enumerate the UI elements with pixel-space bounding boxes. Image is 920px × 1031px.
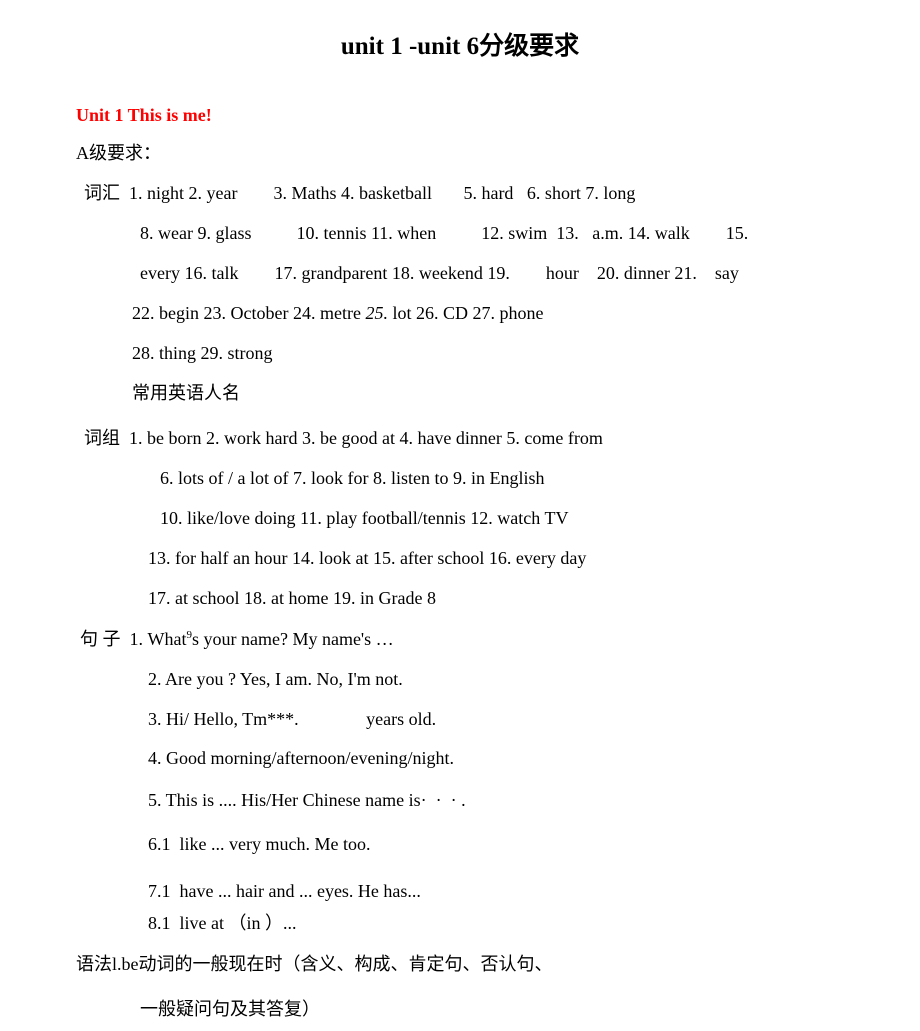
vocabulary-line-3: every 16. talk 17. grandparent 18. weeke…: [140, 263, 739, 283]
vocabulary-line-4-part-b: lot 26. CD 27. phone: [387, 303, 544, 323]
vocabulary-line-2: 8. wear 9. glass 10. tennis 11. when 12.…: [140, 223, 749, 243]
vocabulary-line-4: 22. begin 23. October 24. metre 25. lot …: [132, 304, 543, 322]
vocabulary-line-4-part-a: 22. begin 23. October 24. metre: [132, 303, 366, 323]
section-heading-unit1: Unit 1 This is me!: [76, 105, 212, 125]
phrases-line-1: 词组 1. be born 2. work hard 3. be good at…: [84, 428, 603, 448]
sentences-line-8: 8.1 live at （in ）...: [148, 913, 297, 933]
sentences-line-5: 5. This is .... His/Her Chinese name is·…: [148, 790, 466, 810]
phrases-line-5: 17. at school 18. at home 19. in Grade 8: [148, 588, 436, 608]
page-title: unit 1 -unit 6分级要求: [340, 33, 580, 60]
vocabulary-line-5: 28. thing 29. strong: [132, 343, 273, 363]
sentences-line-1: 句 子 1. What9s your name? My name's …: [80, 629, 394, 649]
sentences-line-2: 2. Are you ? Yes, I am. No, I'm not.: [148, 669, 403, 689]
sentences-line-6: 6.1 like ... very much. Me too.: [148, 834, 371, 854]
sentences-line-3: 3. Hi/ Hello, Tm***. years old.: [148, 709, 437, 729]
grammar-line-2: 一般疑问句及其答复）: [140, 999, 320, 1019]
phrases-line-4: 13. for half an hour 14. look at 15. aft…: [148, 548, 587, 568]
phrases-line-3: 10. like/love doing 11. play football/te…: [160, 508, 569, 528]
document-page: unit 1 -unit 6分级要求 Unit 1 This is me! A级…: [0, 0, 920, 1031]
vocabulary-line-6-chinese-names: 常用英语人名: [132, 383, 240, 403]
sentences-line-1-suffix: s your name? My name's …: [191, 629, 394, 649]
vocabulary-line-4-italic-number: 25.: [365, 303, 388, 323]
sub-heading-level-a: A级要求：: [76, 143, 161, 163]
grammar-line-1: 语法l.be动词的一般现在时（含义、构成、肯定句、否认句、: [76, 954, 553, 974]
sentences-line-4: 4. Good morning/afternoon/evening/night.: [148, 748, 454, 768]
vocabulary-line-1: 词汇 1. night 2. year 3. Maths 4. basketba…: [84, 183, 636, 203]
sentences-line-7: 7.1 have ... hair and ... eyes. He has..…: [148, 881, 421, 901]
sentences-line-1-prefix: 句 子 1. What: [80, 629, 187, 649]
phrases-line-2: 6. lots of / a lot of 7. look for 8. lis…: [160, 468, 545, 488]
